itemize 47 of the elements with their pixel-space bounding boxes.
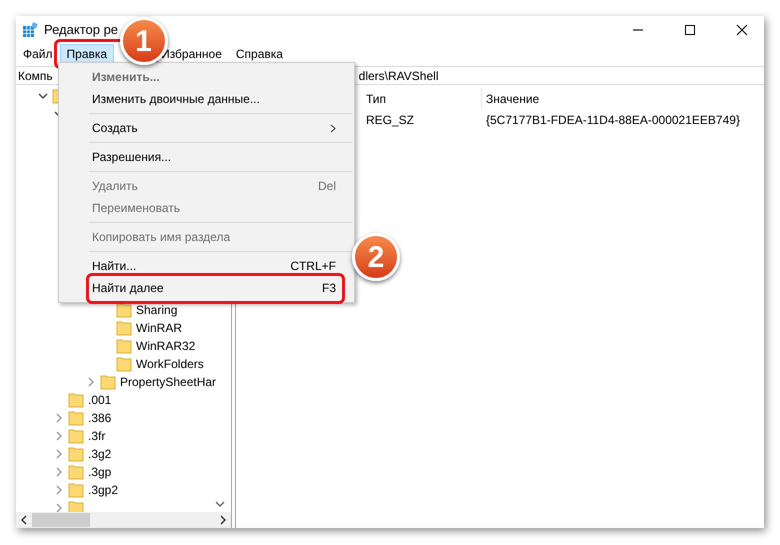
menu-bar-item[interactable]: Справка: [228, 44, 290, 63]
scrollbar-thumb[interactable]: [32, 513, 90, 527]
registry-grid-icon: [22, 22, 38, 38]
menu-item[interactable]: Изменить двоичные данные...: [59, 88, 354, 110]
menu-item[interactable]: Создать: [59, 117, 354, 139]
step-number-badge: 2: [352, 233, 400, 281]
horizontal-scrollbar[interactable]: [16, 512, 231, 528]
scroll-right-icon[interactable]: [219, 515, 227, 525]
scroll-down-icon[interactable]: [215, 500, 225, 508]
scroll-left-icon[interactable]: [20, 515, 28, 525]
menu-item[interactable]: Найти... CTRL+F: [59, 255, 354, 277]
column-header[interactable]: Значение: [482, 88, 540, 110]
menu-item[interactable]: Найти далее F3: [59, 277, 354, 299]
folder-icon: [116, 356, 132, 372]
menu-item[interactable]: Разрешения...: [59, 146, 354, 168]
menu-bar-item[interactable]: Файл: [16, 44, 60, 63]
column-header[interactable]: Тип: [362, 88, 482, 110]
tree-item[interactable]: WinRAR: [136, 319, 182, 337]
tree-item[interactable]: PropertySheetHar: [120, 373, 216, 391]
window-title: Редактор ре: [44, 21, 118, 40]
address-path: dlers\RAVShell: [358, 68, 438, 84]
menu-bar-item[interactable]: Правка: [60, 44, 114, 63]
tree-item[interactable]: .3gp: [88, 463, 112, 481]
tree-item[interactable]: WinRAR32: [136, 337, 196, 355]
tree-item[interactable]: .3g2: [88, 445, 112, 463]
folder-icon: [116, 338, 132, 354]
folder-icon: [68, 446, 84, 462]
tree-item[interactable]: .3fr: [88, 427, 106, 445]
address-path: Компь: [18, 68, 53, 84]
tree-item[interactable]: Sharing: [136, 301, 178, 319]
close-icon[interactable]: [736, 24, 748, 36]
table-cell-text: {5C7177B1-FDEA-11D4-88EA-000021EEB749}: [485, 112, 740, 129]
tree-item[interactable]: .001: [88, 391, 112, 409]
tree-item[interactable]: WorkFolders: [136, 355, 204, 373]
tree-item[interactable]: .3gp2: [88, 481, 118, 499]
folder-icon: [116, 320, 132, 336]
folder-icon: [68, 428, 84, 444]
chevron-right-icon[interactable]: [86, 377, 96, 387]
tree-item[interactable]: .386: [88, 409, 112, 427]
folder-icon: [68, 410, 84, 426]
maximize-icon[interactable]: [684, 24, 696, 36]
table-cell-text: REG_SZ: [365, 112, 416, 129]
folder-icon: [68, 464, 84, 480]
folder-icon: [68, 392, 84, 408]
folder-icon: [68, 482, 84, 498]
chevron-down-icon[interactable]: [38, 91, 48, 101]
folder-icon: [100, 374, 116, 390]
